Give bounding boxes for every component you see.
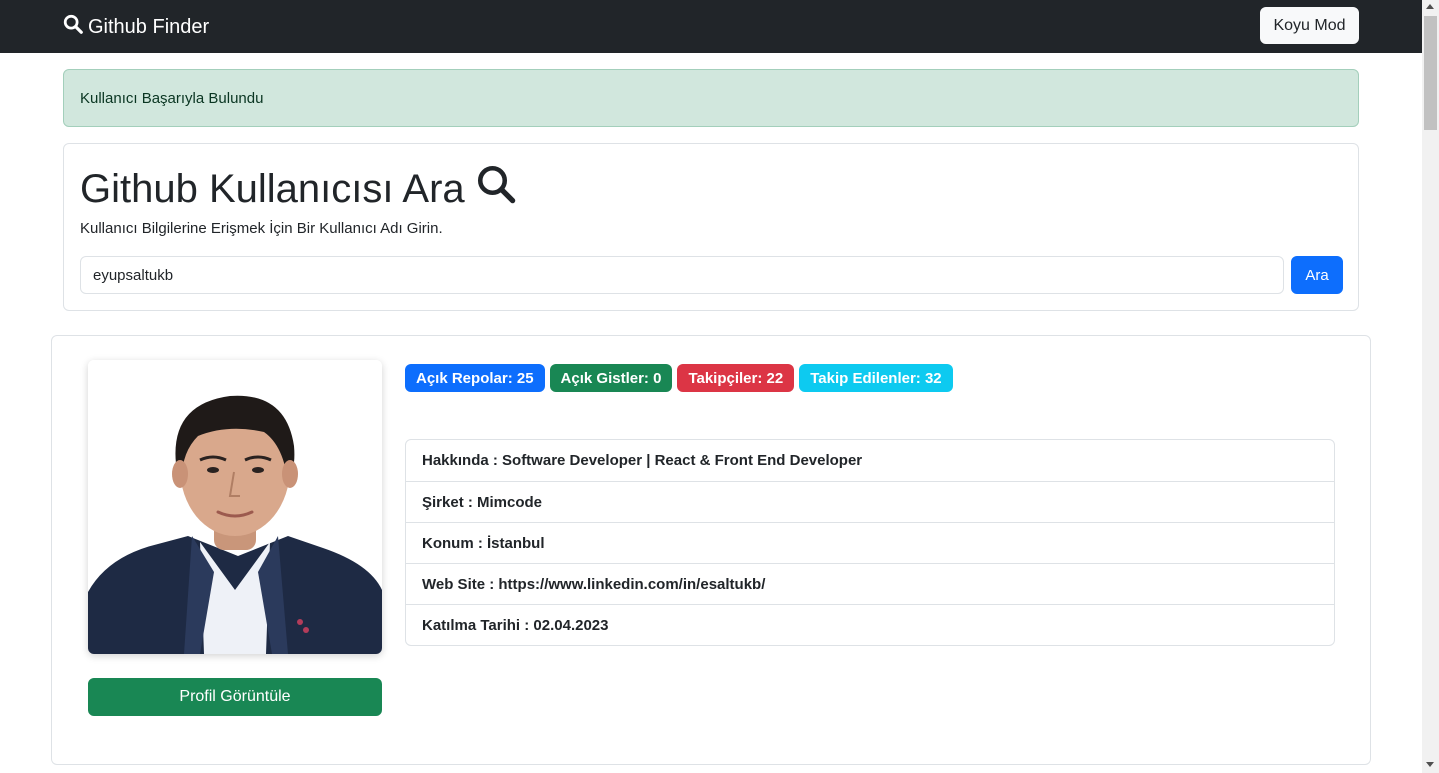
- info-company: Şirket : Mimcode: [406, 481, 1334, 522]
- alert-message: Kullanıcı Başarıyla Bulundu: [80, 89, 264, 107]
- badge-public-gists: Açık Gistler: 0: [549, 364, 673, 392]
- profile-info-list: Hakkında : Software Developer | React & …: [405, 439, 1335, 646]
- scrollbar-thumb[interactable]: [1424, 16, 1437, 130]
- search-title: Github Kullanıcısı Ara: [80, 163, 517, 215]
- username-input[interactable]: [80, 256, 1284, 294]
- search-card: Github Kullanıcısı Ara Kullanıcı Bilgile…: [63, 143, 1359, 311]
- info-bio: Hakkında : Software Developer | React & …: [422, 452, 863, 469]
- profile-card: Profil Görüntüle Açık Repolar: 25 Açık G…: [51, 335, 1371, 765]
- search-icon: [465, 163, 517, 215]
- scrollbar[interactable]: [1422, 0, 1439, 773]
- badge-following: Takip Edilenler: 32: [799, 364, 953, 392]
- search-icon: [62, 13, 88, 41]
- badge-public-repos: Açık Repolar: 25: [405, 364, 545, 392]
- info-location: Konum : İstanbul: [406, 522, 1334, 563]
- info-website: Web Site : https://www.linkedin.com/in/e…: [406, 563, 1334, 604]
- view-profile-button[interactable]: Profil Görüntüle: [88, 678, 382, 716]
- success-alert: Kullanıcı Başarıyla Bulundu: [63, 69, 1359, 127]
- brand-title: Github Finder: [88, 15, 210, 38]
- info-join-date: Katılma Tarihi : 02.04.2023: [406, 604, 1334, 645]
- navbar: Github Finder Koyu Mod: [0, 0, 1422, 53]
- avatar: [88, 360, 382, 654]
- scroll-up-arrow-icon[interactable]: [1426, 4, 1434, 9]
- badge-followers: Takipçiler: 22: [677, 364, 795, 392]
- dark-mode-button[interactable]: Koyu Mod: [1260, 7, 1359, 44]
- brand-link[interactable]: Github Finder: [62, 13, 209, 41]
- scroll-down-arrow-icon[interactable]: [1426, 762, 1434, 767]
- stats-badges: Açık Repolar: 25 Açık Gistler: 0 Takipçi…: [405, 364, 953, 392]
- search-button[interactable]: Ara: [1291, 256, 1343, 294]
- search-subtitle: Kullanıcı Bilgilerine Erişmek İçin Bir K…: [80, 220, 443, 237]
- search-title-text: Github Kullanıcısı Ara: [80, 166, 465, 211]
